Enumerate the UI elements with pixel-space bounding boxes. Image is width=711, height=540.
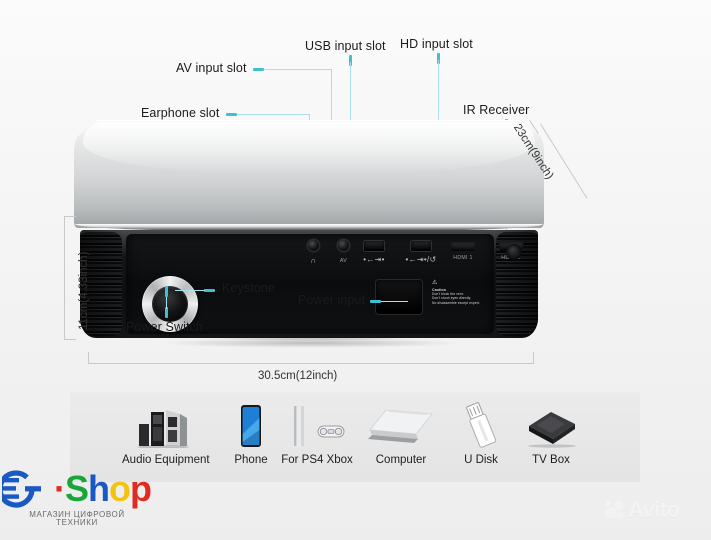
port-earphone[interactable]: ∩ [308,240,319,265]
product-diagram-canvas: Earphone slot AV input slot USB input sl… [0,0,711,540]
accessory-label-audio: Audio Equipment [122,454,210,466]
dim-width-right-tick [533,352,534,364]
callout-label-ir: IR Receiver [463,103,530,117]
caution-line-3: No disassemble except expert. [432,300,480,305]
hdmi-port-icon-1 [450,242,476,251]
compatible-devices-strip: Audio Equipment Phone For PS4 Xbox Compu… [70,392,640,482]
accessory-tv-box: TV Box [508,402,594,466]
leader-av-h [264,69,332,71]
leader-earphone-h [237,114,310,116]
gshop-letter-p: p [130,468,152,509]
gshop-logo-row: · S h o p [2,466,152,512]
dim-height-top-tick [64,216,76,217]
usb-port-icon-1 [364,241,384,251]
accessory-audio-equipment: Audio Equipment [122,402,210,466]
port-label-usb-1: •←⇥• [363,255,385,264]
projector-drop-shadow [96,336,526,350]
callout-label-av: AV input slot [176,61,247,75]
gshop-dot: · [54,468,66,509]
port-usb-1[interactable]: •←⇥• [363,241,384,264]
port-usb-2[interactable]: •←⇥•/↺ [405,241,436,264]
callout-label-keystone: Keystone [222,281,275,295]
caution-line-2: Don't shoot eyes directly. [432,296,472,301]
gshop-letter-h: h [88,468,110,509]
callout-dash-av [253,68,264,72]
dim-width-label: 30.5cm(12inch) [258,370,338,382]
accessory-label-console: For PS4 Xbox [281,454,353,466]
knob-inner-cap [152,286,188,322]
dim-height-label: 11cm(4.33inch) [78,251,90,330]
callout-label-usb: USB input slot [305,39,386,53]
dim-height-bottom-tick [64,339,76,340]
laptop-icon [358,402,444,448]
port-label-usb-2: •←⇥•/↺ [405,255,437,264]
callout-label-earphone: Earphone slot [141,106,220,120]
callout-label-power-switch: Power Switch [126,320,203,334]
gshop-g-mark-icon [2,470,41,508]
earphone-jack-icon [308,240,319,251]
gshop-watermark: · S h o p МАГАЗИН ЦИФРОВОЙ ТЕХНИКИ [2,466,152,528]
leader-power-input-h [381,301,408,303]
avito-watermark: Avito [604,497,680,523]
leader-tip-power-switch [164,286,168,297]
top-shell-highlight [83,122,535,174]
accessory-label-tvbox: TV Box [532,454,570,466]
callout-dash-earphone [226,113,237,117]
dim-width-line [88,363,534,364]
port-label-hdmi-1: HDMI 1 [453,255,473,261]
leader-keystone-h [175,290,205,292]
av-jack-icon [338,240,349,251]
port-label-earphone: ∩ [310,256,317,265]
callout-label-hd: HD input slot [400,37,473,51]
callout-dash-power-input [370,300,381,304]
caution-line-1: Don't block the vent. [432,291,464,296]
dim-height-line [64,216,65,340]
port-hdmi-1[interactable]: HDMI 1 [450,242,476,261]
avito-wordmark: Avito [628,497,680,522]
usb-port-icon-2 [411,241,431,251]
tv-box-icon [508,402,594,448]
port-label-av: AV [339,258,348,264]
dim-depth-line [540,123,588,199]
ir-receiver-sensor [506,244,522,260]
gshop-tagline-line-2: ТЕХНИКИ [56,518,98,527]
game-console-icon [274,402,360,448]
accessory-computer: Computer [358,402,444,466]
gshop-letter-s: S [65,468,89,509]
power-input-jack[interactable] [376,280,422,314]
port-av[interactable]: AV [338,240,349,264]
accessory-label-computer: Computer [375,454,427,466]
caution-notice: ⚠ Caution Don't block the vent. Don't sh… [432,280,494,305]
audio-equipment-icon [122,402,208,448]
callout-dash-keystone [204,289,215,293]
io-port-row: ∩ AV •←⇥• •←⇥•/↺ HDMI 1 [126,236,524,270]
accessory-console: For PS4 Xbox [274,402,360,466]
gshop-letter-o: o [109,468,131,509]
warning-triangle-icon: ⚠ [432,280,438,286]
avito-dots-icon [605,500,625,520]
projector-top-shell [74,120,544,228]
callout-label-power-input: Power input [298,293,366,307]
